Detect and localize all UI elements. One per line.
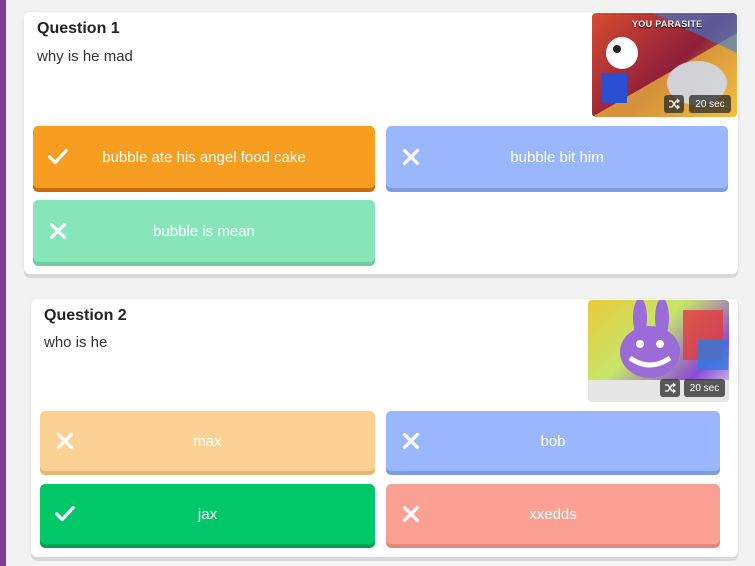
time-limit-badge[interactable]: 20 sec [684,379,725,397]
answer-option[interactable]: max [40,411,375,471]
cross-icon [402,505,420,523]
time-limit-badge[interactable]: 20 sec [689,95,731,113]
question-image[interactable]: YOU PARASITE 20 sec [592,13,737,117]
answer-label: bubble ate his angel food cake [102,148,306,166]
check-icon [55,505,75,522]
answer-label: bubble is mean [153,222,255,240]
question-title: Question 1 [37,20,120,37]
answer-label: bubble bit him [510,148,604,166]
answer-option[interactable]: bubble ate his angel food cake [33,126,375,188]
left-accent-bar [0,0,6,566]
question-text: who is he [44,334,108,351]
answer-option[interactable]: jax [40,484,375,544]
image-caption: YOU PARASITE [632,19,703,29]
shuffle-icon[interactable] [660,379,680,397]
cross-icon [402,148,420,166]
cross-icon [56,432,74,450]
answer-option[interactable]: bubble is mean [33,200,375,262]
question-image[interactable]: 20 sec [588,300,729,402]
answer-label: max [193,432,222,450]
answer-option[interactable]: bubble bit him [386,126,728,188]
check-icon [48,148,68,165]
question-text: why is he mad [37,48,133,65]
answer-label: bob [540,432,566,450]
answer-label: jax [197,505,218,523]
shuffle-icon[interactable] [664,95,684,113]
question-card-2[interactable]: Question 2 who is he 20 sec max bob jax [31,299,738,557]
answer-label: xxedds [529,505,577,523]
cross-icon [402,432,420,450]
answer-option[interactable]: bob [386,411,720,471]
answer-option[interactable]: xxedds [386,484,720,544]
cross-icon [49,222,67,240]
question-card-1[interactable]: Question 1 why is he mad YOU PARASITE 20… [24,12,738,274]
question-title: Question 2 [44,307,127,324]
